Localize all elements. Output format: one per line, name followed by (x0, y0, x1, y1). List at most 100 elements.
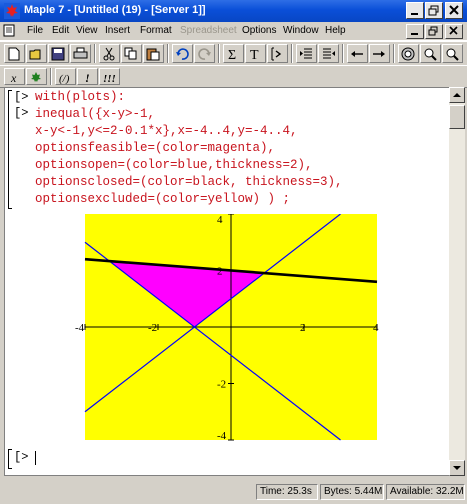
close-icon (449, 26, 458, 35)
menu-options[interactable]: Options (242, 25, 276, 36)
copy-button[interactable] (121, 44, 142, 63)
text-t-icon: T (250, 48, 259, 61)
menu-view[interactable]: View (76, 25, 98, 36)
context-toolbar: x (/) ! !!! (0, 65, 467, 88)
sigma-icon: Σ (228, 48, 236, 61)
menu-help[interactable]: Help (325, 25, 346, 36)
text-cursor (35, 451, 36, 465)
x-tick-label: 4 (373, 322, 379, 334)
new-document-icon (8, 47, 20, 61)
toolbar-separator (342, 44, 344, 63)
magnifier-icon (424, 48, 437, 61)
prompt-icon (271, 47, 282, 61)
execution-group-bracket[interactable] (8, 90, 12, 209)
toolbar-separator (50, 68, 52, 85)
y-tick-label: -4 (217, 430, 227, 442)
execution-group-bracket[interactable] (8, 449, 12, 469)
doc-close-button[interactable] (445, 24, 463, 39)
back-button[interactable] (347, 44, 368, 63)
cut-button[interactable] (99, 44, 120, 63)
math-input-button[interactable]: Σ (223, 44, 244, 63)
arrow-left-icon (351, 51, 363, 57)
scissors-icon (103, 47, 115, 61)
doc-restore-button[interactable] (425, 24, 443, 39)
indent-button[interactable] (318, 44, 339, 63)
status-bytes: Bytes: 5.44M (320, 484, 384, 500)
code-line-4[interactable]: optionsfeasible=(color=magenta), (35, 140, 275, 157)
worksheet[interactable]: [> with(plots): [> inequal({x-y>-1, x-y<… (4, 87, 451, 476)
forward-button[interactable] (369, 44, 390, 63)
status-available: Available: 32.2M (386, 484, 465, 500)
open-button[interactable] (26, 44, 47, 63)
toolbar-separator (167, 44, 169, 63)
menu-edit[interactable]: Edit (52, 25, 69, 36)
code-line-2[interactable]: inequal({x-y>-1, (35, 106, 155, 123)
paste-button[interactable] (143, 44, 164, 63)
x-tick-label: -2 (148, 322, 157, 334)
y-tick-label: -2 (217, 379, 226, 391)
undo-icon (176, 48, 189, 60)
execution-group-button[interactable] (267, 44, 288, 63)
save-button[interactable] (48, 44, 69, 63)
scroll-up-button[interactable] (449, 87, 465, 103)
svg-text:!: ! (85, 71, 90, 84)
minimize-icon (411, 13, 418, 15)
code-line-7[interactable]: optionsexcluded=(color=yellow) ) ; (35, 191, 290, 208)
paste-clipboard-icon (146, 48, 160, 61)
inequality-plot[interactable]: -4 -2 2 4 -4 -2 2 4 (71, 214, 381, 442)
code-line-6[interactable]: optionsclosed=(color=black, thickness=3)… (35, 174, 343, 191)
menu-format[interactable]: Format (140, 25, 172, 36)
x-tick-label: -4 (75, 322, 85, 334)
zoom-in-button[interactable] (420, 44, 441, 63)
x-tick-label: 2 (300, 322, 306, 334)
menu-insert[interactable]: Insert (105, 25, 130, 36)
close-button[interactable] (445, 2, 463, 19)
menu-window[interactable]: Window (283, 25, 319, 36)
magnifier-icon (446, 48, 459, 61)
maple-leaf-icon (4, 3, 20, 19)
execute-all-button[interactable]: !!! (99, 68, 120, 85)
document-icon[interactable] (3, 24, 17, 37)
input-prompt: [> (14, 90, 29, 104)
zoom-out-button[interactable] (442, 44, 463, 63)
menu-spreadsheet[interactable]: Spreadsheet (180, 25, 237, 36)
maple-leaf-icon (31, 72, 41, 82)
restore-icon (428, 5, 439, 16)
y-tick-label: 2 (217, 266, 223, 278)
print-button[interactable] (70, 44, 91, 63)
scroll-thumb[interactable] (449, 105, 465, 129)
arrow-down-icon (453, 466, 461, 470)
code-line-5[interactable]: optionsopen=(color=blue,thickness=2), (35, 157, 313, 174)
display-toggle-button[interactable]: (/) (55, 68, 76, 85)
new-button[interactable] (4, 44, 25, 63)
printer-icon (73, 47, 88, 59)
execute-button[interactable]: ! (77, 68, 98, 85)
svg-text:!!!: !!! (103, 73, 116, 84)
stop-icon (401, 47, 415, 61)
outdent-button[interactable] (296, 44, 317, 63)
svg-text:T: T (250, 48, 259, 61)
toolbar-separator (218, 44, 220, 63)
doc-minimize-button[interactable] (406, 24, 424, 39)
math-mode-button[interactable]: x (4, 68, 25, 85)
vertical-scrollbar[interactable] (449, 87, 465, 476)
copy-icon (124, 47, 137, 60)
minimize-button[interactable] (406, 2, 424, 19)
text-input-button[interactable]: T (245, 44, 266, 63)
maple-input-button[interactable] (26, 68, 47, 85)
undo-button[interactable] (172, 44, 193, 63)
save-disk-icon (51, 47, 65, 61)
code-line-1[interactable]: with(plots): (35, 89, 125, 106)
code-line-3[interactable]: x-y<-1,y<=2-0.1*x},x=-4..4,y=-4..4, (35, 123, 298, 140)
scroll-down-button[interactable] (449, 460, 465, 476)
svg-text:Σ: Σ (228, 48, 236, 61)
maximize-button[interactable] (425, 2, 443, 19)
minimize-icon (411, 33, 418, 35)
arrow-right-icon (373, 51, 385, 57)
paren-slash-icon: (/) (59, 73, 70, 84)
redo-button[interactable] (194, 44, 215, 63)
exclaim-icon: ! (85, 71, 90, 84)
input-prompt: [> (14, 106, 29, 120)
stop-button[interactable] (398, 44, 419, 63)
menu-file[interactable]: File (27, 25, 43, 36)
